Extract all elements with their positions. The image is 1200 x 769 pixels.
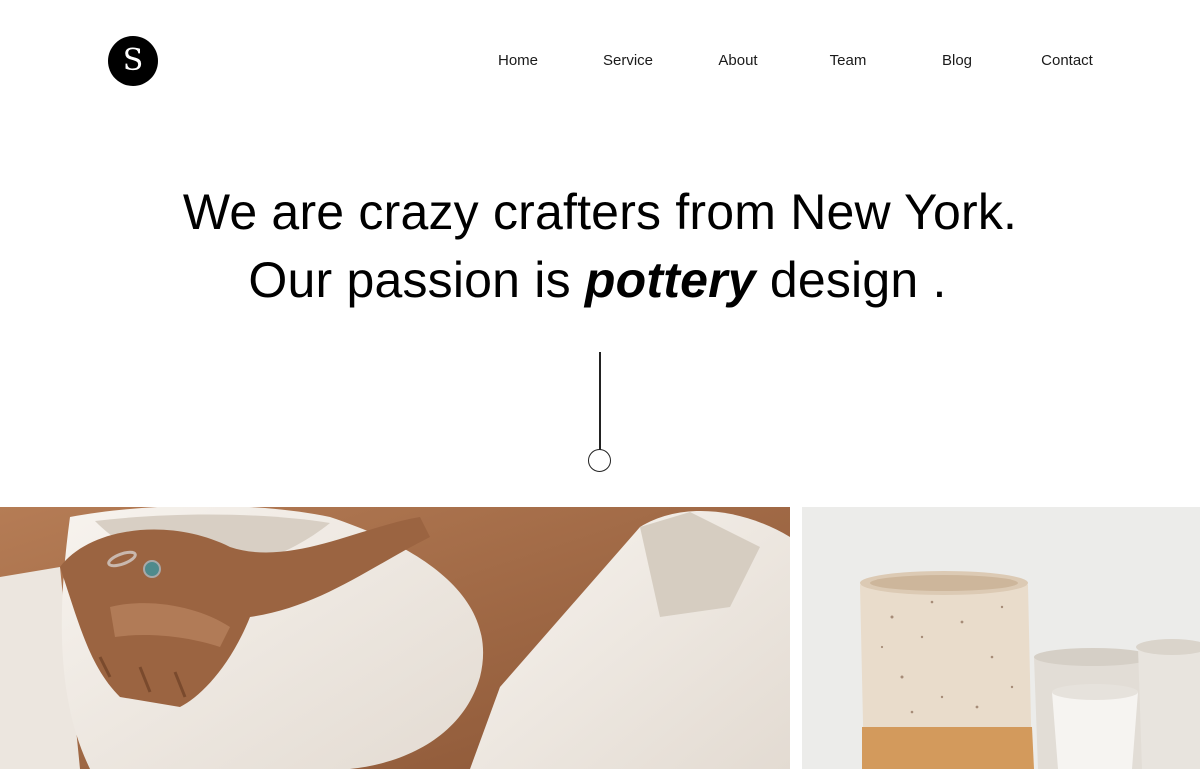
nav-team-link[interactable]: Team: [830, 52, 867, 69]
scroll-down-indicator-icon[interactable]: [588, 449, 611, 472]
hero-line-2: Our passion is pottery design .: [0, 246, 1200, 314]
hero-image-ceramic-cups: [802, 507, 1200, 769]
hero-image-hands-pottery: [0, 507, 790, 769]
nav-service-link[interactable]: Service: [603, 52, 653, 69]
hero-line-1: We are crazy crafters from New York.: [182, 184, 1018, 240]
hero-heading: We are crazy crafters from New York. Our…: [0, 178, 1200, 314]
nav-blog-link[interactable]: Blog: [942, 52, 972, 69]
page: S Home Service About Team Blog Contact W…: [0, 0, 1200, 769]
logo-letter: S: [122, 43, 144, 78]
hero-emphasis: pottery: [584, 252, 756, 308]
nav-about-link[interactable]: About: [718, 52, 757, 69]
nav-contact-link[interactable]: Contact: [1041, 52, 1093, 69]
hero-line-2-suffix: design .: [755, 252, 947, 308]
logo[interactable]: S: [108, 36, 158, 86]
scroll-indicator-line: [599, 352, 601, 450]
nav-home-link[interactable]: Home: [498, 52, 538, 69]
hero-line-2-prefix: Our passion is: [248, 252, 585, 308]
